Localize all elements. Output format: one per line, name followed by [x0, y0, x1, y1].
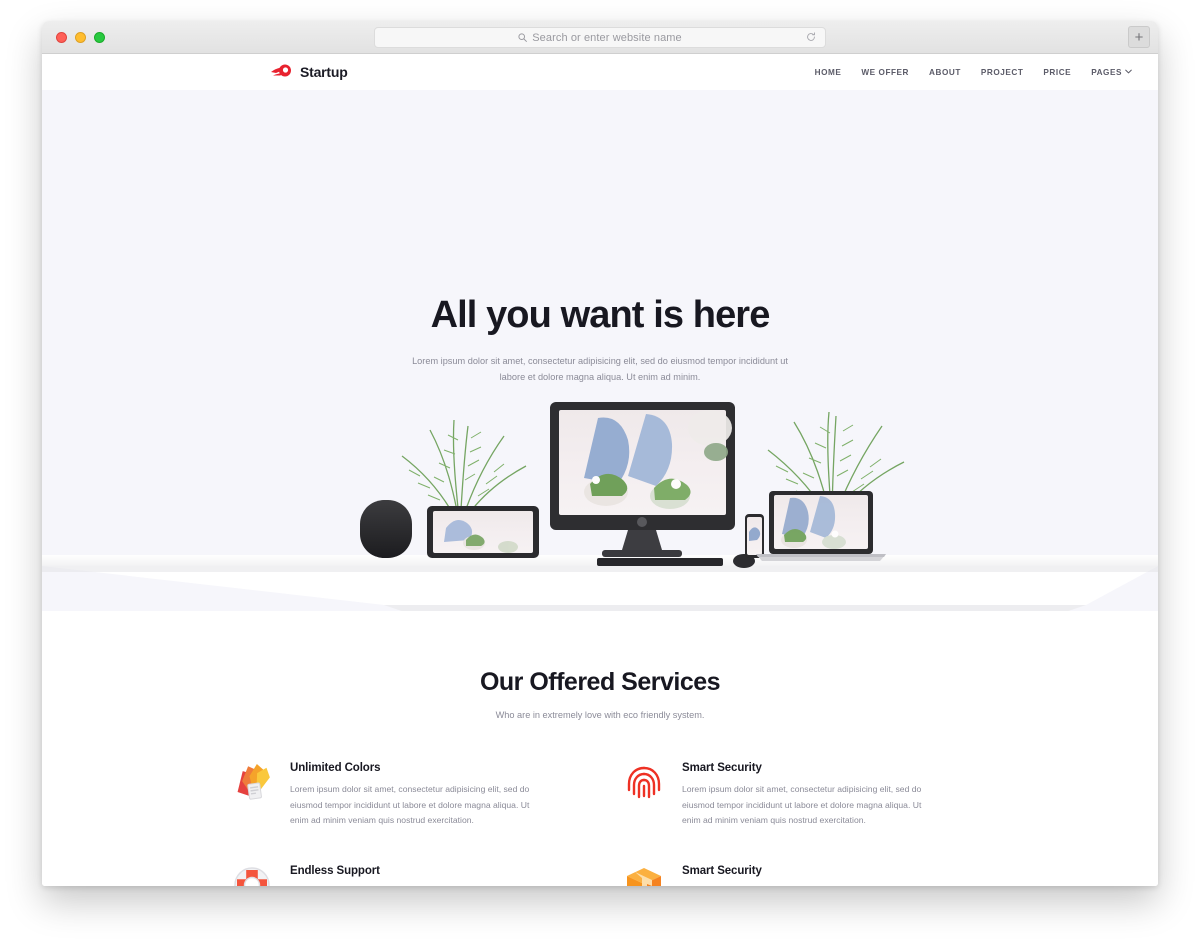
nav-menu: HOME WE OFFER ABOUT PROJECT PRICE PAGES: [815, 68, 1132, 77]
hero-subtitle: Lorem ipsum dolor sit amet, consectetur …: [412, 356, 788, 383]
maximize-window-button[interactable]: [94, 31, 105, 43]
hero-section: All you want is here Lorem ipsum dolor s…: [42, 90, 1158, 611]
website-viewport: Startup HOME WE OFFER ABOUT PROJECT PRIC…: [42, 54, 1158, 886]
service-card-smart-security[interactable]: Smart Security Lorem ipsum dolor sit ame…: [622, 758, 970, 829]
nav-item-label: PROJECT: [980, 67, 1024, 77]
nav-item-label: PAGES: [1091, 67, 1122, 77]
nav-item-about[interactable]: ABOUT: [929, 68, 961, 77]
service-description: Lorem ipsum dolor sit amet, consectetur …: [290, 784, 530, 826]
service-title: Unlimited Colors: [290, 762, 381, 774]
hero-device-mockup-image: [42, 400, 1158, 611]
nav-item-label: WE OFFER: [861, 67, 910, 77]
brand-name: Startup: [300, 64, 348, 80]
service-title: Endless Support: [290, 864, 380, 877]
nav-item-label: HOME: [814, 67, 842, 77]
close-window-button[interactable]: [56, 31, 67, 43]
services-grid: Unlimited Colors Lorem ipsum dolor sit a…: [230, 758, 970, 886]
address-bar-content: Search or enter website name: [518, 29, 682, 47]
nav-item-we-offer[interactable]: WE OFFER: [861, 68, 909, 77]
comet-logo-icon: [270, 62, 292, 83]
nav-item-label: ABOUT: [929, 67, 961, 77]
site-navbar: Startup HOME WE OFFER ABOUT PROJECT PRIC…: [42, 54, 1158, 90]
color-swatch-fan-icon: [230, 760, 274, 804]
reload-icon[interactable]: [806, 29, 816, 47]
service-card-endless-support[interactable]: Endless Support Lorem ipsum dolor sit am…: [230, 861, 578, 886]
services-section: Our Offered Services Who are in extremel…: [42, 611, 1158, 886]
service-description: Lorem ipsum dolor sit amet, consectetur …: [290, 885, 542, 886]
nav-item-home[interactable]: HOME: [815, 68, 842, 77]
service-card-body: Unlimited Colors Lorem ipsum dolor sit a…: [290, 758, 542, 829]
lifebuoy-icon: [230, 863, 274, 886]
browser-titlebar: Search or enter website name +: [42, 21, 1158, 54]
chevron-down-icon: [1125, 69, 1132, 76]
package-box-icon: [622, 863, 666, 886]
nav-item-project[interactable]: PROJECT: [981, 68, 1024, 77]
brand-logo[interactable]: Startup: [270, 62, 348, 83]
service-title: Smart Security: [682, 762, 762, 774]
address-bar-placeholder: Search or enter website name: [532, 31, 682, 44]
service-card-package[interactable]: Smart Security Lorem ipsum dolor sit ame…: [622, 861, 970, 886]
services-subtitle: Who are in extremely love with eco frien…: [495, 710, 705, 720]
window-controls: [56, 31, 105, 43]
hero-title: All you want is here: [430, 294, 771, 336]
address-bar[interactable]: Search or enter website name: [374, 27, 826, 48]
service-description: Lorem ipsum dolor sit amet, consectetur …: [682, 784, 922, 826]
browser-window: Search or enter website name + Startup H…: [42, 21, 1158, 886]
service-card-body: Endless Support Lorem ipsum dolor sit am…: [290, 861, 542, 886]
service-card-body: Smart Security Lorem ipsum dolor sit ame…: [682, 861, 934, 886]
search-icon: [518, 29, 528, 47]
new-tab-button[interactable]: +: [1128, 26, 1150, 48]
service-description: Lorem ipsum dolor sit amet, consectetur …: [682, 885, 934, 886]
nav-item-label: PRICE: [1043, 67, 1072, 77]
fingerprint-icon: [622, 760, 666, 804]
service-card-unlimited-colors[interactable]: Unlimited Colors Lorem ipsum dolor sit a…: [230, 758, 578, 829]
nav-item-price[interactable]: PRICE: [1043, 68, 1071, 77]
service-title: Smart Security: [682, 864, 762, 877]
service-card-body: Smart Security Lorem ipsum dolor sit ame…: [682, 758, 934, 829]
services-title: Our Offered Services: [479, 668, 721, 696]
minimize-window-button[interactable]: [75, 31, 86, 43]
nav-item-pages[interactable]: PAGES: [1091, 68, 1132, 77]
